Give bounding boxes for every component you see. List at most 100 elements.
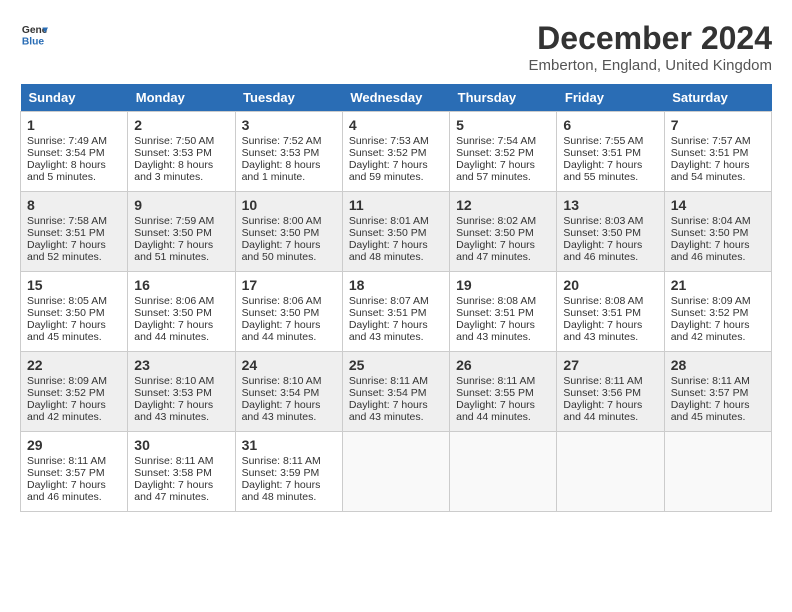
daylight-text: Daylight: 7 hours and 45 minutes. xyxy=(27,319,106,343)
sunset-text: Sunset: 3:51 PM xyxy=(563,307,641,319)
sunrise-text: Sunrise: 8:11 AM xyxy=(242,455,321,467)
day-cell-9: 9Sunrise: 7:59 AMSunset: 3:50 PMDaylight… xyxy=(128,192,235,272)
day-cell-18: 18Sunrise: 8:07 AMSunset: 3:51 PMDayligh… xyxy=(342,272,449,352)
sunset-text: Sunset: 3:50 PM xyxy=(456,227,534,239)
sunrise-text: Sunrise: 8:05 AM xyxy=(27,295,107,307)
day-number: 3 xyxy=(242,117,336,133)
day-number: 9 xyxy=(134,197,228,213)
daylight-text: Daylight: 7 hours and 59 minutes. xyxy=(349,159,428,183)
daylight-text: Daylight: 7 hours and 43 minutes. xyxy=(242,399,321,423)
daylight-text: Daylight: 7 hours and 43 minutes. xyxy=(349,319,428,343)
sunset-text: Sunset: 3:57 PM xyxy=(27,467,105,479)
day-number: 10 xyxy=(242,197,336,213)
day-number: 19 xyxy=(456,277,550,293)
sunset-text: Sunset: 3:59 PM xyxy=(242,467,320,479)
daylight-text: Daylight: 7 hours and 42 minutes. xyxy=(27,399,106,423)
daylight-text: Daylight: 7 hours and 43 minutes. xyxy=(134,399,213,423)
daylight-text: Daylight: 7 hours and 57 minutes. xyxy=(456,159,535,183)
calendar-row-2: 8 Sunrise: 7:58 AMSunset: 3:51 PM Daylight… xyxy=(21,192,772,272)
day-cell-4: 4Sunrise: 7:53 AMSunset: 3:52 PMDaylight… xyxy=(342,112,449,192)
day-number: 18 xyxy=(349,277,443,293)
calendar-row-1: 1Sunrise: 7:49 AMSunset: 3:54 PMDaylight… xyxy=(21,112,772,192)
sunset-text: Sunset: 3:52 PM xyxy=(456,147,534,159)
daylight-text: Daylight: 7 hours and 47 minutes. xyxy=(134,479,213,503)
sunset-text: Sunset: 3:57 PM xyxy=(671,387,749,399)
sunset-text: Sunset: 3:50 PM xyxy=(563,227,641,239)
day-cell-12: 12Sunrise: 8:02 AMSunset: 3:50 PMDayligh… xyxy=(450,192,557,272)
day-number: 26 xyxy=(456,357,550,373)
daylight-text: Daylight: 7 hours and 50 minutes. xyxy=(242,239,321,263)
month-title: December 2024 xyxy=(529,20,772,57)
daylight-text: Daylight: 7 hours and 43 minutes. xyxy=(349,399,428,423)
daylight-text: Daylight: 7 hours and 43 minutes. xyxy=(456,319,535,343)
sunrise-text: Sunrise: 7:55 AM xyxy=(563,135,643,147)
sunset-text: Sunset: 3:51 PM xyxy=(671,147,749,159)
sunset-text: Sunset: 3:50 PM xyxy=(349,227,427,239)
sunrise-text: Sunrise: 8:06 AM xyxy=(242,295,322,307)
day-number: 15 xyxy=(27,277,121,293)
daylight-text: Daylight: 8 hours and 5 minutes. xyxy=(27,159,106,183)
day-number: 1 xyxy=(27,117,121,133)
day-number: 24 xyxy=(242,357,336,373)
day-cell-29: 29Sunrise: 8:11 AMSunset: 3:57 PMDayligh… xyxy=(21,432,128,512)
day-number: 23 xyxy=(134,357,228,373)
day-cell-28: 28Sunrise: 8:11 AMSunset: 3:57 PMDayligh… xyxy=(664,352,771,432)
sunset-text: Sunset: 3:52 PM xyxy=(349,147,427,159)
day-number: 30 xyxy=(134,437,228,453)
sunset-text: Sunset: 3:50 PM xyxy=(134,227,212,239)
sunrise-text: Sunrise: 7:57 AM xyxy=(671,135,751,147)
day-cell-7: 7 Sunrise: 7:57 AMSunset: 3:51 PMDaylight… xyxy=(664,112,771,192)
day-cell-15: 15Sunrise: 8:05 AMSunset: 3:50 PMDayligh… xyxy=(21,272,128,352)
day-number: 7 xyxy=(671,117,765,133)
daylight-text: Daylight: 7 hours and 46 minutes. xyxy=(563,239,642,263)
sunset-text: Sunset: 3:50 PM xyxy=(134,307,212,319)
col-header-wednesday: Wednesday xyxy=(342,84,449,112)
sunset-text: Sunset: 3:50 PM xyxy=(242,307,320,319)
sunset-text: Sunset: 3:54 PM xyxy=(242,387,320,399)
sunrise-text: Sunrise: 7:58 AM xyxy=(27,215,107,227)
sunset-text: Sunset: 3:51 PM xyxy=(27,227,105,239)
day-cell-11: 11Sunrise: 8:01 AMSunset: 3:50 PMDayligh… xyxy=(342,192,449,272)
day-number: 8 xyxy=(27,197,121,213)
daylight-text: Daylight: 8 hours and 1 minute. xyxy=(242,159,321,183)
location-title: Emberton, England, United Kingdom xyxy=(529,57,772,74)
day-cell-19: 19Sunrise: 8:08 AMSunset: 3:51 PMDayligh… xyxy=(450,272,557,352)
empty-cell xyxy=(664,432,771,512)
sunset-text: Sunset: 3:55 PM xyxy=(456,387,534,399)
daylight-text: Daylight: 7 hours and 44 minutes. xyxy=(242,319,321,343)
sunrise-text: Sunrise: 8:03 AM xyxy=(563,215,643,227)
day-number: 28 xyxy=(671,357,765,373)
col-header-sunday: Sunday xyxy=(21,84,128,112)
calendar-table: SundayMondayTuesdayWednesdayThursdayFrid… xyxy=(20,84,772,512)
sunrise-text: Sunrise: 8:10 AM xyxy=(134,375,214,387)
day-cell-1: 1Sunrise: 7:49 AMSunset: 3:54 PMDaylight… xyxy=(21,112,128,192)
sunset-text: Sunset: 3:56 PM xyxy=(563,387,641,399)
sunrise-text: Sunrise: 8:00 AM xyxy=(242,215,322,227)
sunrise-text: Sunrise: 7:50 AM xyxy=(134,135,214,147)
sunrise-text: Sunrise: 8:11 AM xyxy=(134,455,213,467)
sunset-text: Sunset: 3:53 PM xyxy=(242,147,320,159)
sunrise-text: Sunrise: 8:06 AM xyxy=(134,295,214,307)
daylight-text: Daylight: 7 hours and 47 minutes. xyxy=(456,239,535,263)
daylight-text: Daylight: 7 hours and 51 minutes. xyxy=(134,239,213,263)
day-cell-24: 24Sunrise: 8:10 AMSunset: 3:54 PMDayligh… xyxy=(235,352,342,432)
day-number: 2 xyxy=(134,117,228,133)
logo-icon: General Blue xyxy=(20,20,48,48)
sunrise-text: Sunrise: 8:08 AM xyxy=(563,295,643,307)
daylight-text: Daylight: 7 hours and 54 minutes. xyxy=(671,159,750,183)
daylight-text: Daylight: 7 hours and 44 minutes. xyxy=(134,319,213,343)
sunset-text: Sunset: 3:51 PM xyxy=(349,307,427,319)
calendar-row-5: 29 Sunrise: 8:11 AM Sunset: 3:57 PM Dayligh… xyxy=(21,432,772,512)
day-cell-10: 10Sunrise: 8:00 AMSunset: 3:50 PMDayligh… xyxy=(235,192,342,272)
daylight-text: Daylight: 7 hours and 55 minutes. xyxy=(563,159,642,183)
col-header-saturday: Saturday xyxy=(664,84,771,112)
page-header: General Blue December 2024 Emberton, Eng… xyxy=(20,20,772,74)
day-cell-3: 3Sunrise: 7:52 AMSunset: 3:53 PMDaylight… xyxy=(235,112,342,192)
day-number: 29 xyxy=(27,437,121,453)
day-cell-22: 22Sunrise: 8:09 AMSunset: 3:52 PMDayligh… xyxy=(21,352,128,432)
day-number: 13 xyxy=(563,197,657,213)
svg-text:Blue: Blue xyxy=(22,36,45,47)
sunset-text: Sunset: 3:53 PM xyxy=(134,147,212,159)
sunrise-text: Sunrise: 8:09 AM xyxy=(27,375,107,387)
sunset-text: Sunset: 3:54 PM xyxy=(349,387,427,399)
